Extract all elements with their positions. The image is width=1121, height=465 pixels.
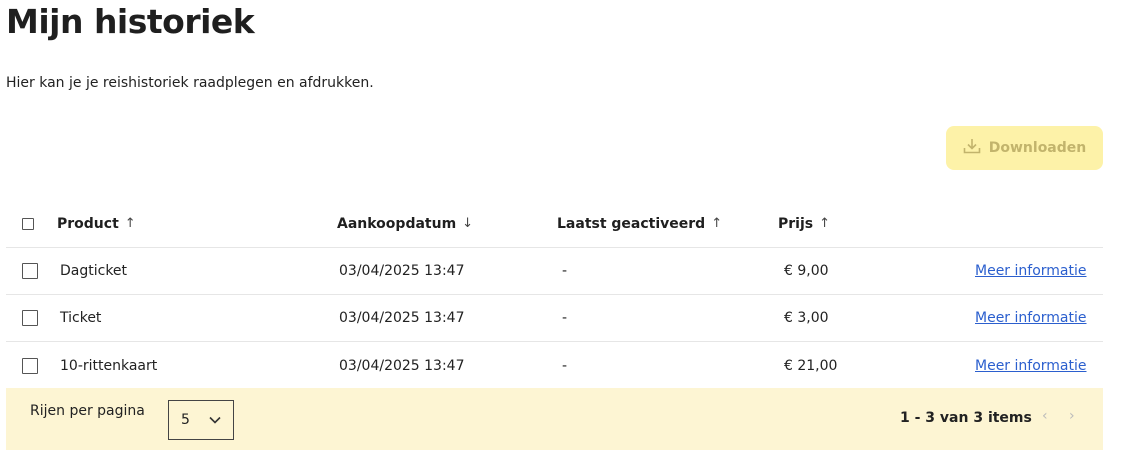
prijs-cell: € 21,00 <box>784 357 838 374</box>
select-all-cell <box>22 200 34 247</box>
column-header-aankoopdatum[interactable]: Aankoopdatum ↓ <box>337 200 473 247</box>
meer-informatie-link[interactable]: Meer informatie <box>975 342 1087 389</box>
row-checkbox[interactable] <box>22 357 38 374</box>
select-all-checkbox[interactable] <box>22 217 34 230</box>
pagination-bar: Rijen per pagina 5 1 - 3 van 3 items ‹ › <box>6 388 1103 450</box>
pagination-range: 1 - 3 van 3 items <box>900 410 1032 426</box>
chevron-right-icon[interactable]: › <box>1069 408 1075 424</box>
product-cell: Ticket <box>60 310 102 326</box>
product-cell: Dagticket <box>60 263 128 279</box>
download-icon <box>963 138 981 158</box>
page-title: Mijn historiek <box>6 2 255 41</box>
row-select-cell <box>22 248 38 294</box>
row-checkbox[interactable] <box>22 310 38 326</box>
geactiveerd-cell: - <box>562 263 568 279</box>
chevron-left-icon[interactable]: ‹ <box>1042 408 1048 424</box>
row-checkbox[interactable] <box>22 263 38 279</box>
download-label: Downloaden <box>988 140 1087 156</box>
rows-per-page-value: 5 <box>181 412 190 428</box>
aankoopdatum-cell: 03/04/2025 13:47 <box>339 263 465 279</box>
prijs-cell: € 9,00 <box>784 263 829 279</box>
rows-per-page-select[interactable]: 5 <box>168 400 234 440</box>
geactiveerd-cell: - <box>562 357 568 374</box>
history-table: Product ↑ Aankoopdatum ↓ Laatst geactive… <box>6 200 1103 389</box>
table-row: 10-rittenkaart 03/04/2025 13:47 - € 21,0… <box>6 342 1103 389</box>
column-header-laatst-geactiveerd[interactable]: Laatst geactiveerd ↑ <box>557 200 722 247</box>
geactiveerd-cell: - <box>562 310 568 326</box>
table-header: Product ↑ Aankoopdatum ↓ Laatst geactive… <box>6 200 1103 248</box>
rows-per-page-label: Rijen per pagina <box>30 403 145 419</box>
table-row: Dagticket 03/04/2025 13:47 - € 9,00 Meer… <box>6 248 1103 295</box>
sort-asc-icon: ↑ <box>124 216 136 231</box>
aankoopdatum-cell: 03/04/2025 13:47 <box>339 357 465 374</box>
meer-informatie-link[interactable]: Meer informatie <box>975 295 1087 341</box>
column-header-prijs[interactable]: Prijs ↑ <box>778 200 830 247</box>
sort-asc-icon: ↑ <box>819 216 831 231</box>
product-cell: 10-rittenkaart <box>60 357 158 374</box>
chevron-down-icon <box>209 412 221 428</box>
page-intro: Hier kan je je reishistoriek raadplegen … <box>6 75 374 91</box>
aankoopdatum-cell: 03/04/2025 13:47 <box>339 310 465 326</box>
row-select-cell <box>22 342 38 389</box>
row-select-cell <box>22 295 38 341</box>
sort-desc-icon: ↓ <box>462 216 474 231</box>
sort-asc-icon: ↑ <box>711 216 723 231</box>
prijs-cell: € 3,00 <box>784 310 829 326</box>
table-row: Ticket 03/04/2025 13:47 - € 3,00 Meer in… <box>6 295 1103 342</box>
download-button[interactable]: Downloaden <box>946 126 1103 170</box>
meer-informatie-link[interactable]: Meer informatie <box>975 248 1087 294</box>
column-header-product[interactable]: Product ↑ <box>57 200 136 247</box>
